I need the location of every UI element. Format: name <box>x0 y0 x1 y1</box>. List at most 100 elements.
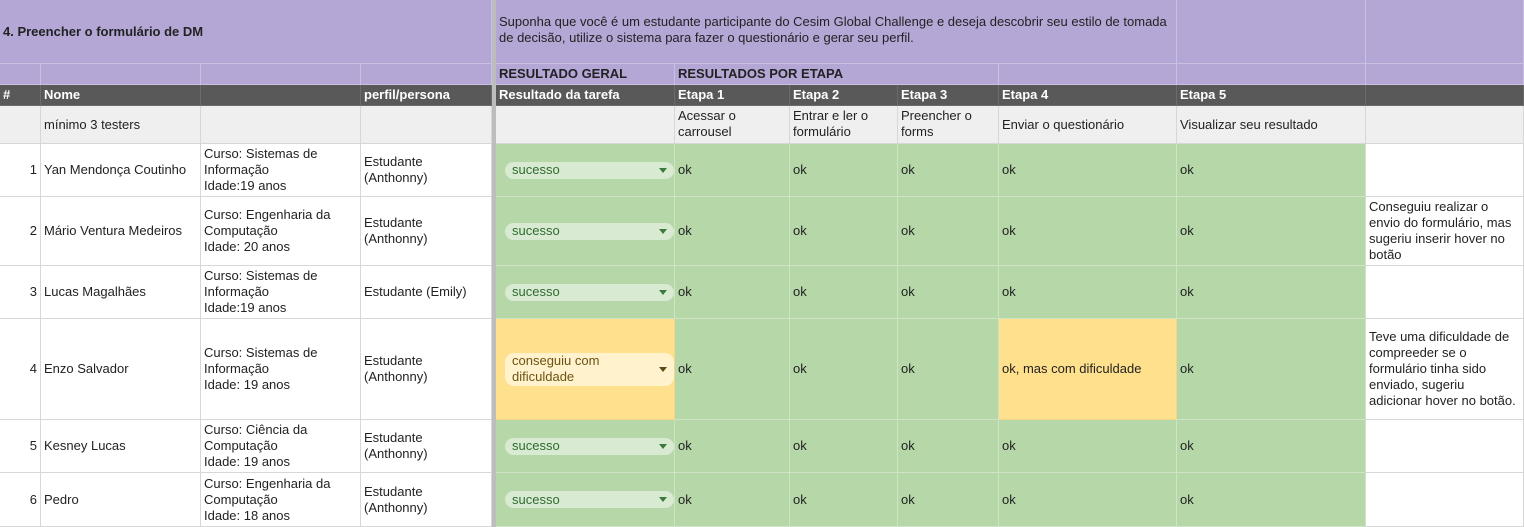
persona-cell[interactable]: Estudante (Emily) <box>361 266 492 319</box>
column-header-comments[interactable] <box>1366 85 1524 106</box>
step-results-group-header[interactable]: RESULTADOS POR ETAPA <box>675 64 898 85</box>
step3-cell[interactable]: ok <box>898 144 999 197</box>
empty-cell[interactable] <box>898 64 999 85</box>
step1-cell[interactable]: ok <box>675 420 790 473</box>
task-result-cell[interactable]: sucesso <box>496 266 675 319</box>
result-dropdown[interactable]: sucesso <box>505 437 674 455</box>
step2-cell[interactable]: ok <box>790 473 898 527</box>
step5-cell[interactable]: ok <box>1177 319 1366 420</box>
result-dropdown[interactable]: sucesso <box>505 222 674 240</box>
step2-cell[interactable]: ok <box>790 420 898 473</box>
tester-name-cell[interactable]: Kesney Lucas <box>41 420 201 473</box>
step1-cell[interactable]: ok <box>675 197 790 266</box>
step1-cell[interactable]: ok <box>675 266 790 319</box>
step1-cell[interactable]: ok <box>675 319 790 420</box>
empty-cell[interactable] <box>1177 0 1366 64</box>
empty-cell[interactable] <box>1366 64 1524 85</box>
task-result-cell[interactable]: conseguiu com dificuldade <box>496 319 675 420</box>
step4-cell[interactable]: ok <box>999 197 1177 266</box>
step5-cell[interactable]: ok <box>1177 473 1366 527</box>
row-index-cell[interactable]: 5 <box>0 420 41 473</box>
empty-cell[interactable] <box>1366 0 1524 64</box>
step2-description-cell[interactable]: Entrar e ler o formulário <box>790 106 898 144</box>
step4-cell[interactable]: ok <box>999 144 1177 197</box>
tester-name-cell[interactable]: Pedro <box>41 473 201 527</box>
column-header-step2[interactable]: Etapa 2 <box>790 85 898 106</box>
step3-description-cell[interactable]: Preencher o forms <box>898 106 999 144</box>
empty-cell[interactable] <box>361 106 492 144</box>
comment-cell[interactable] <box>1366 420 1524 473</box>
step5-cell[interactable]: ok <box>1177 197 1366 266</box>
empty-cell[interactable] <box>201 106 361 144</box>
overall-result-group-header[interactable]: RESULTADO GERAL <box>496 64 675 85</box>
tester-name-cell[interactable]: Enzo Salvador <box>41 319 201 420</box>
step3-cell[interactable]: ok <box>898 266 999 319</box>
step2-cell[interactable]: ok <box>790 197 898 266</box>
step4-cell[interactable]: ok <box>999 473 1177 527</box>
empty-cell[interactable] <box>1366 106 1524 144</box>
persona-cell[interactable]: Estudante (Anthonny) <box>361 319 492 420</box>
comment-cell[interactable] <box>1366 144 1524 197</box>
result-dropdown[interactable]: conseguiu com dificuldade <box>505 352 674 386</box>
step3-cell[interactable]: ok <box>898 197 999 266</box>
task-result-cell[interactable]: sucesso <box>496 473 675 527</box>
result-dropdown[interactable]: sucesso <box>505 491 674 508</box>
tester-name-cell[interactable]: Mário Ventura Medeiros <box>41 197 201 266</box>
tester-info-cell[interactable]: Curso: Sistemas de Informação Idade:19 an… <box>201 144 361 197</box>
step5-cell[interactable]: ok <box>1177 266 1366 319</box>
persona-cell[interactable]: Estudante (Anthonny) <box>361 473 492 527</box>
column-header-name[interactable]: Nome <box>41 85 201 106</box>
tester-info-cell[interactable]: Curso: Ciência da Computação Idade: 19 an… <box>201 420 361 473</box>
column-header-index[interactable]: # <box>0 85 41 106</box>
step3-cell[interactable]: ok <box>898 420 999 473</box>
comment-cell[interactable]: Conseguiu realizar o envio do formulário… <box>1366 197 1524 266</box>
step1-description-cell[interactable]: Acessar o carrousel <box>675 106 790 144</box>
tester-info-cell[interactable]: Curso: Sistemas de Informação Idade: 19 a… <box>201 319 361 420</box>
column-header-step5[interactable]: Etapa 5 <box>1177 85 1366 106</box>
name-note-cell[interactable]: mínimo 3 testers <box>41 106 201 144</box>
step5-cell[interactable]: ok <box>1177 420 1366 473</box>
step2-cell[interactable]: ok <box>790 266 898 319</box>
row-index-cell[interactable]: 2 <box>0 197 41 266</box>
step4-cell[interactable]: ok, mas com dificuldade <box>999 319 1177 420</box>
persona-cell[interactable]: Estudante (Anthonny) <box>361 144 492 197</box>
step4-description-cell[interactable]: Enviar o questionário <box>999 106 1177 144</box>
row-index-cell[interactable]: 1 <box>0 144 41 197</box>
result-dropdown[interactable]: sucesso <box>505 161 674 179</box>
step2-cell[interactable]: ok <box>790 144 898 197</box>
scenario-cell[interactable]: Suponha que você é um estudante particip… <box>496 0 1177 64</box>
persona-cell[interactable]: Estudante (Anthonny) <box>361 420 492 473</box>
step1-cell[interactable]: ok <box>675 473 790 527</box>
empty-cell[interactable] <box>41 64 201 85</box>
empty-cell[interactable] <box>1177 64 1366 85</box>
task-result-cell[interactable]: sucesso <box>496 197 675 266</box>
step3-cell[interactable]: ok <box>898 473 999 527</box>
column-header-info[interactable] <box>201 85 361 106</box>
empty-cell[interactable] <box>361 64 492 85</box>
tester-info-cell[interactable]: Curso: Engenharia da Computação Idade: 20… <box>201 197 361 266</box>
comment-cell[interactable] <box>1366 473 1524 527</box>
empty-cell[interactable] <box>496 106 675 144</box>
empty-cell[interactable] <box>0 106 41 144</box>
tester-name-cell[interactable]: Yan Mendonça Coutinho <box>41 144 201 197</box>
step3-cell[interactable]: ok <box>898 319 999 420</box>
tester-info-cell[interactable]: Curso: Sistemas de Informação Idade:19 an… <box>201 266 361 319</box>
persona-cell[interactable]: Estudante (Anthonny) <box>361 197 492 266</box>
comment-cell[interactable]: Teve uma dificuldade de compreeder se o … <box>1366 319 1524 420</box>
step4-cell[interactable]: ok <box>999 266 1177 319</box>
step1-cell[interactable]: ok <box>675 144 790 197</box>
task-result-cell[interactable]: sucesso <box>496 420 675 473</box>
step5-description-cell[interactable]: Visualizar seu resultado <box>1177 106 1366 144</box>
step4-cell[interactable]: ok <box>999 420 1177 473</box>
row-index-cell[interactable]: 4 <box>0 319 41 420</box>
column-header-step1[interactable]: Etapa 1 <box>675 85 790 106</box>
row-index-cell[interactable]: 3 <box>0 266 41 319</box>
column-header-persona[interactable]: perfil/persona <box>361 85 492 106</box>
empty-cell[interactable] <box>999 64 1177 85</box>
frozen-column-divider[interactable] <box>492 0 496 527</box>
column-header-task-result[interactable]: Resultado da tarefa <box>496 85 675 106</box>
empty-cell[interactable] <box>201 64 361 85</box>
result-dropdown[interactable]: sucesso <box>505 283 674 301</box>
tester-info-cell[interactable]: Curso: Engenharia da Computação Idade: 18… <box>201 473 361 527</box>
comment-cell[interactable] <box>1366 266 1524 319</box>
